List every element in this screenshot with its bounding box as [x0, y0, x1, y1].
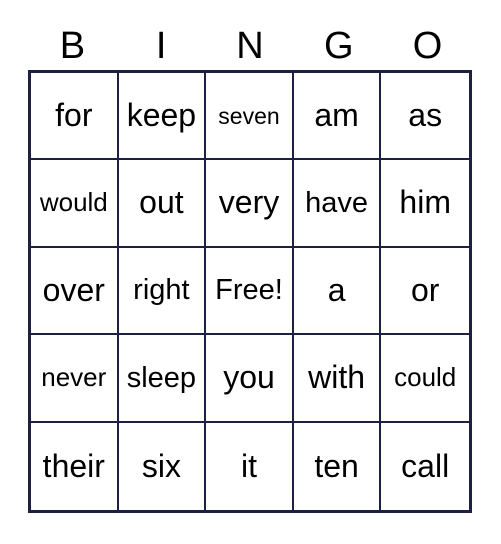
bingo-cell-label: him	[399, 184, 451, 221]
bingo-cell[interactable]: you	[206, 335, 294, 423]
bingo-cell[interactable]: very	[206, 160, 294, 248]
bingo-cell[interactable]: call	[381, 422, 469, 510]
bingo-cell-label: you	[223, 359, 275, 396]
bingo-cell[interactable]: would	[31, 160, 119, 248]
bingo-cell[interactable]: as	[381, 73, 469, 161]
bingo-header-letter-o: O	[412, 25, 443, 67]
bingo-header-letter-g: G	[324, 25, 354, 67]
bingo-free-space-cell[interactable]: Free!	[206, 247, 294, 336]
bingo-cell-label: with	[308, 359, 366, 396]
bingo-cell-label: keep	[126, 96, 197, 133]
bingo-cell[interactable]: six	[118, 422, 207, 510]
bingo-cell-label: very	[218, 184, 280, 221]
bingo-cell[interactable]: over	[31, 247, 119, 336]
bingo-header-letter-b: B	[59, 25, 86, 67]
bingo-cell[interactable]: or	[381, 247, 469, 336]
bingo-cell[interactable]: sleep	[118, 335, 207, 423]
bingo-cell-label: call	[401, 447, 450, 484]
bingo-cell-label: have	[305, 186, 369, 219]
bingo-cell[interactable]: with	[293, 335, 382, 423]
bingo-cell-label: right	[133, 274, 190, 307]
bingo-cell-label: never	[41, 362, 107, 393]
bingo-cell-label: could	[394, 362, 457, 393]
bingo-header-letter-n: N	[236, 25, 264, 67]
bingo-cell-label: out	[139, 184, 184, 221]
bingo-cell[interactable]: have	[293, 160, 382, 248]
bingo-cell-label: seven	[218, 102, 280, 129]
bingo-cell[interactable]: ten	[293, 422, 382, 510]
bingo-cell[interactable]: him	[381, 160, 469, 248]
bingo-cell-label: as	[408, 96, 443, 133]
bingo-grid: for keep seven am as would out very have him over r…	[28, 70, 472, 513]
bingo-cell-label: ten	[314, 447, 359, 484]
bingo-cell-label: for	[55, 96, 93, 133]
bingo-cell[interactable]: for	[31, 73, 119, 161]
bingo-cell[interactable]: their	[31, 422, 119, 510]
bingo-cell[interactable]: seven	[206, 73, 294, 161]
bingo-card: B I N G O for keep seven am as would out very ha…	[0, 0, 501, 544]
bingo-cell-label: their	[42, 447, 105, 484]
bingo-cell[interactable]: right	[118, 247, 207, 336]
bingo-cell[interactable]: am	[293, 73, 382, 161]
bingo-cell[interactable]: it	[206, 422, 294, 510]
bingo-cell[interactable]: a	[293, 247, 382, 336]
bingo-cell-label: it	[240, 447, 257, 484]
bingo-cell-label: a	[327, 271, 346, 308]
bingo-header-row: B I N G O	[28, 22, 472, 70]
bingo-free-space-label: Free!	[215, 274, 283, 307]
bingo-cell[interactable]: never	[31, 335, 119, 423]
bingo-cell-label: sleep	[126, 361, 197, 394]
bingo-cell-label: am	[314, 96, 359, 133]
bingo-cell-label: would	[39, 187, 108, 218]
bingo-header-letter-i: I	[155, 25, 167, 67]
bingo-cell[interactable]: could	[381, 335, 469, 423]
bingo-cell-label: over	[42, 271, 105, 308]
bingo-cell[interactable]: keep	[118, 73, 207, 161]
bingo-cell-label: or	[410, 271, 440, 308]
bingo-cell-label: six	[141, 447, 181, 484]
bingo-cell[interactable]: out	[118, 160, 207, 248]
